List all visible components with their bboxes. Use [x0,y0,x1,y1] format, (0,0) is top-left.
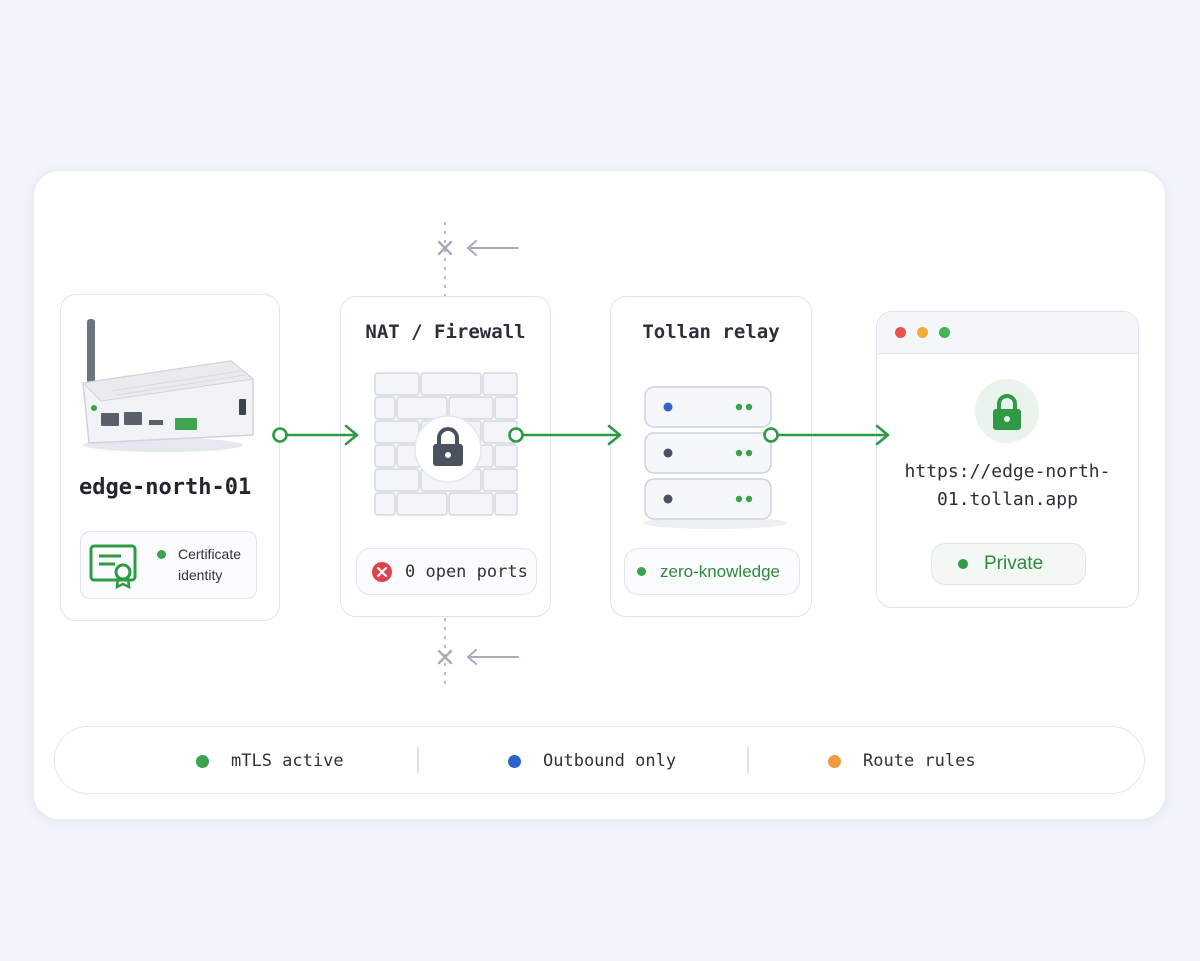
url-line-2: 01.tollan.app [937,489,1078,510]
browser-window: https://edge-north- 01.tollan.app Privat… [876,311,1139,608]
close-window-dot[interactable] [895,327,906,338]
legend-separator [747,747,749,773]
error-x-icon [372,561,392,582]
legend-bar: mTLS active Outbound only Route rules [54,726,1145,794]
relay-title: Tollan relay [642,321,780,343]
router-device-icon [81,319,255,452]
open-ports-badge: 0 open ports [356,548,537,595]
device-name: edge-north-01 [79,475,252,500]
browser-titlebar [877,312,1138,354]
relay-panel: Tollan relay zero-knowledge [610,296,812,617]
firewall-wall-icon [374,372,518,516]
url-text: https://edge-north- 01.tollan.app [877,458,1138,514]
certificate-badge: Certificate identity [80,531,257,599]
legend-dot [508,754,521,768]
legend-item-outbound: Outbound only [508,727,676,795]
legend-label: mTLS active [231,751,344,771]
legend-label: Outbound only [543,751,677,771]
device-panel: edge-north-01 Certificate identity [60,294,280,621]
cert-label-line2: identity [178,567,223,583]
legend-item-route-rules: Route rules [828,727,976,795]
cert-label-line1: Certificate [178,546,242,562]
lock-badge [975,379,1039,443]
status-dot [637,567,646,576]
certificate-icon [89,544,137,590]
zero-knowledge-badge: zero-knowledge [624,548,800,595]
minimize-window-dot[interactable] [917,327,928,338]
firewall-panel: NAT / Firewall 0 open ports [340,296,551,617]
open-ports-label: 0 open ports [405,561,528,582]
lock-icon [993,394,1021,430]
legend-dot [828,754,841,768]
status-dot [157,549,166,559]
status-dot [958,559,968,569]
legend-separator [417,747,419,773]
url-line-1: https://edge-north- [904,461,1111,482]
maximize-window-dot[interactable] [939,327,950,338]
legend-dot [196,754,209,768]
private-label: Private [984,553,1044,574]
private-status-badge: Private [931,543,1086,585]
firewall-title: NAT / Firewall [365,321,526,343]
legend-item-mtls: mTLS active [196,727,344,795]
zero-knowledge-label: zero-knowledge [660,561,781,581]
legend-label: Route rules [863,751,976,771]
server-stack-icon [643,386,787,529]
